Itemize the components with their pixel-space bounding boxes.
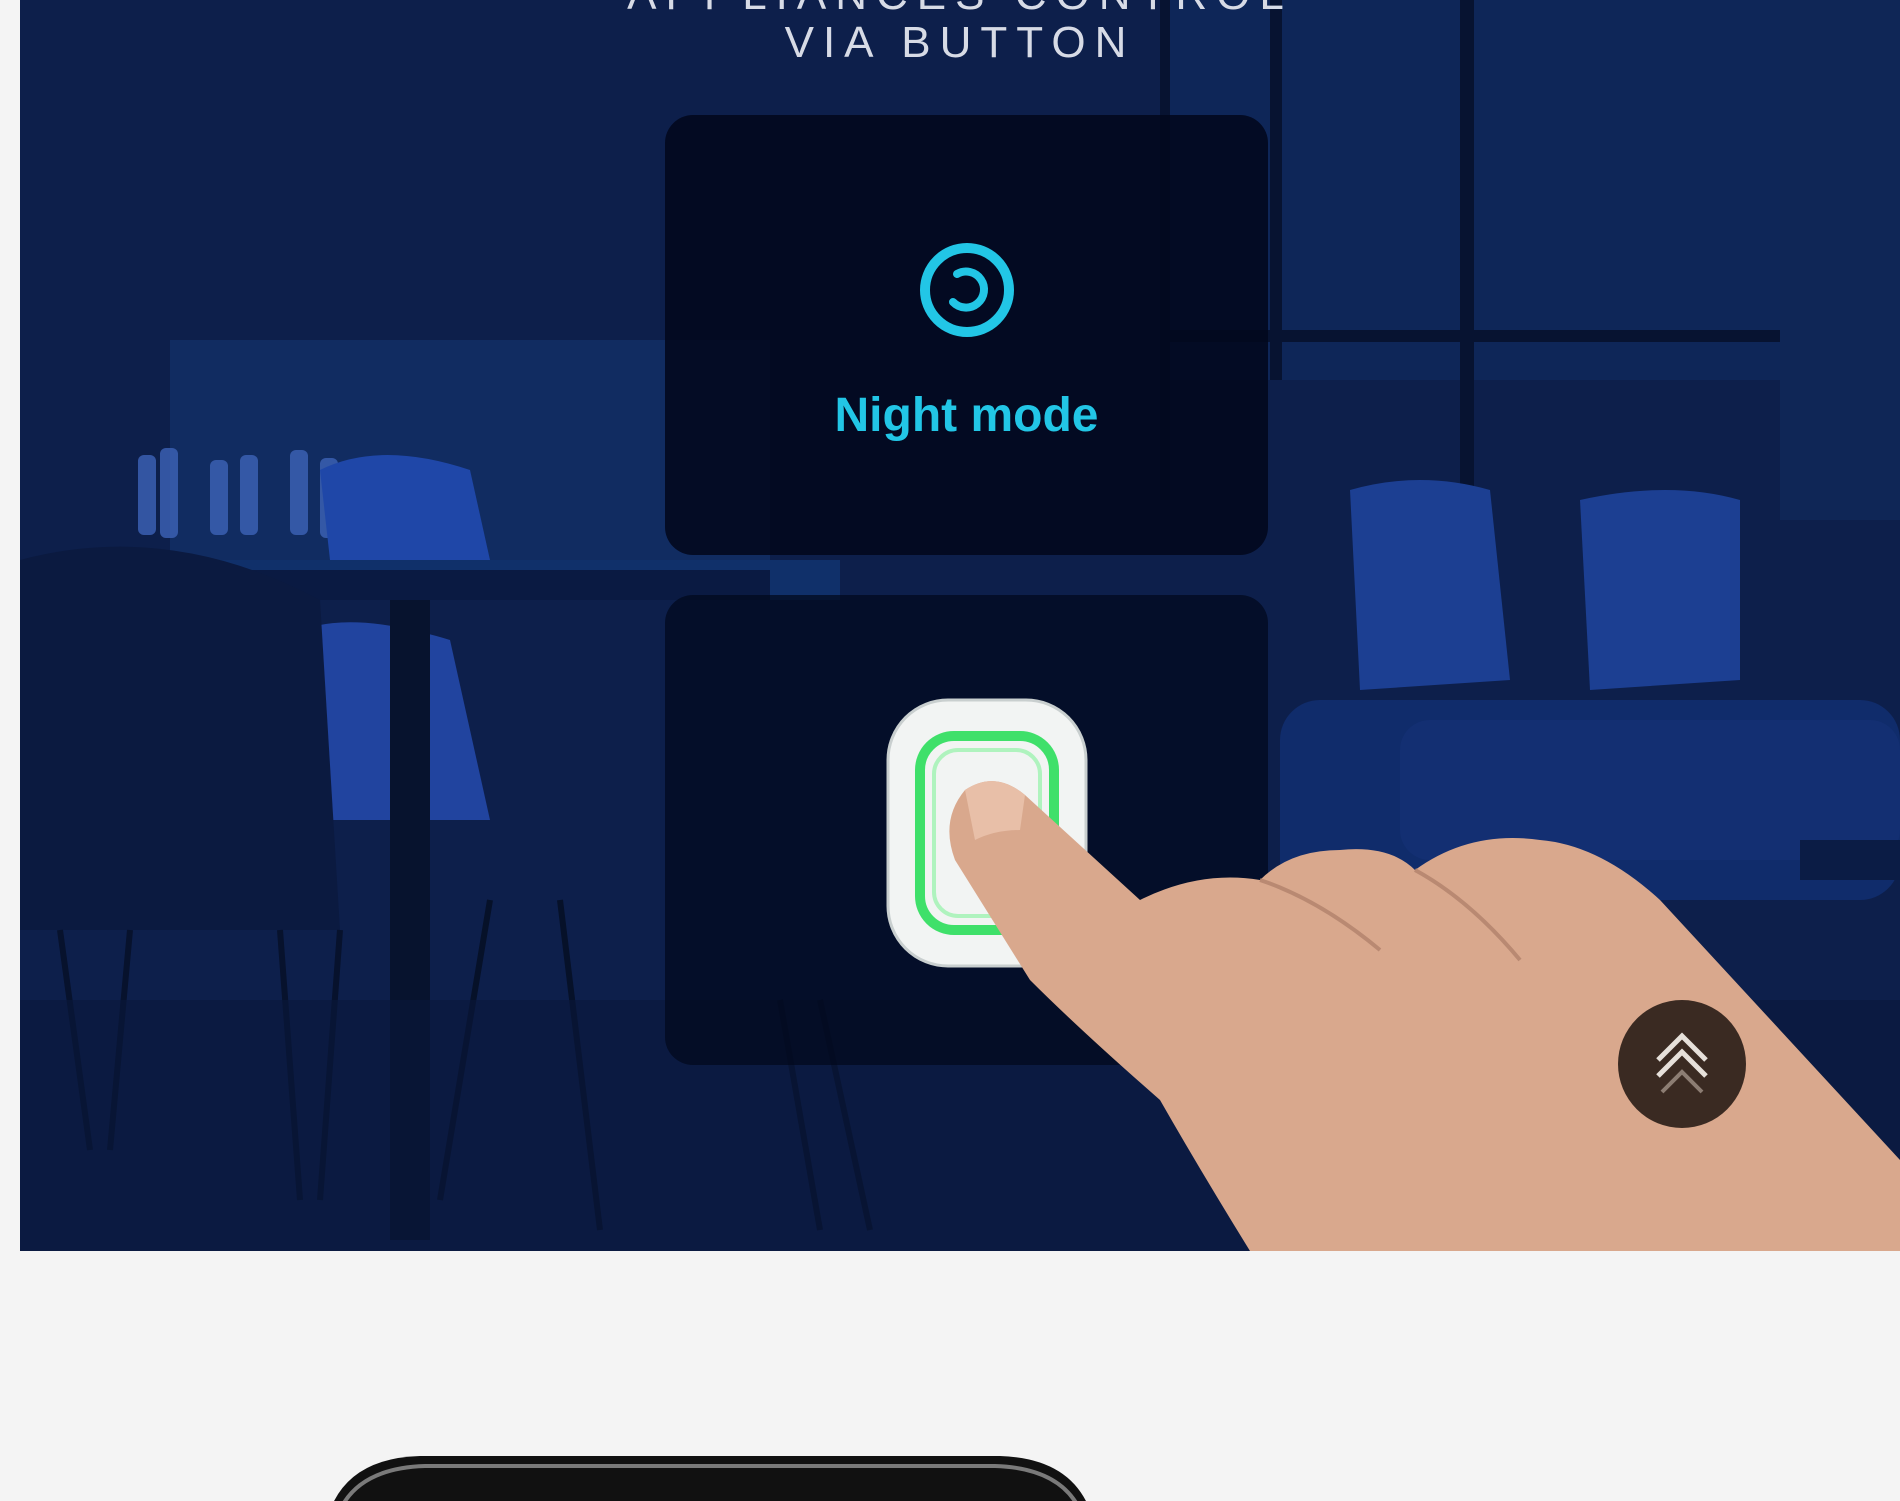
double-chevron-up-icon <box>1656 1032 1708 1094</box>
phone-image <box>334 1456 1086 1501</box>
page: APPLIANCES CONTROL VIA BUTTON Night mode <box>0 0 1900 1501</box>
scroll-to-top-button[interactable] <box>1618 1000 1746 1128</box>
